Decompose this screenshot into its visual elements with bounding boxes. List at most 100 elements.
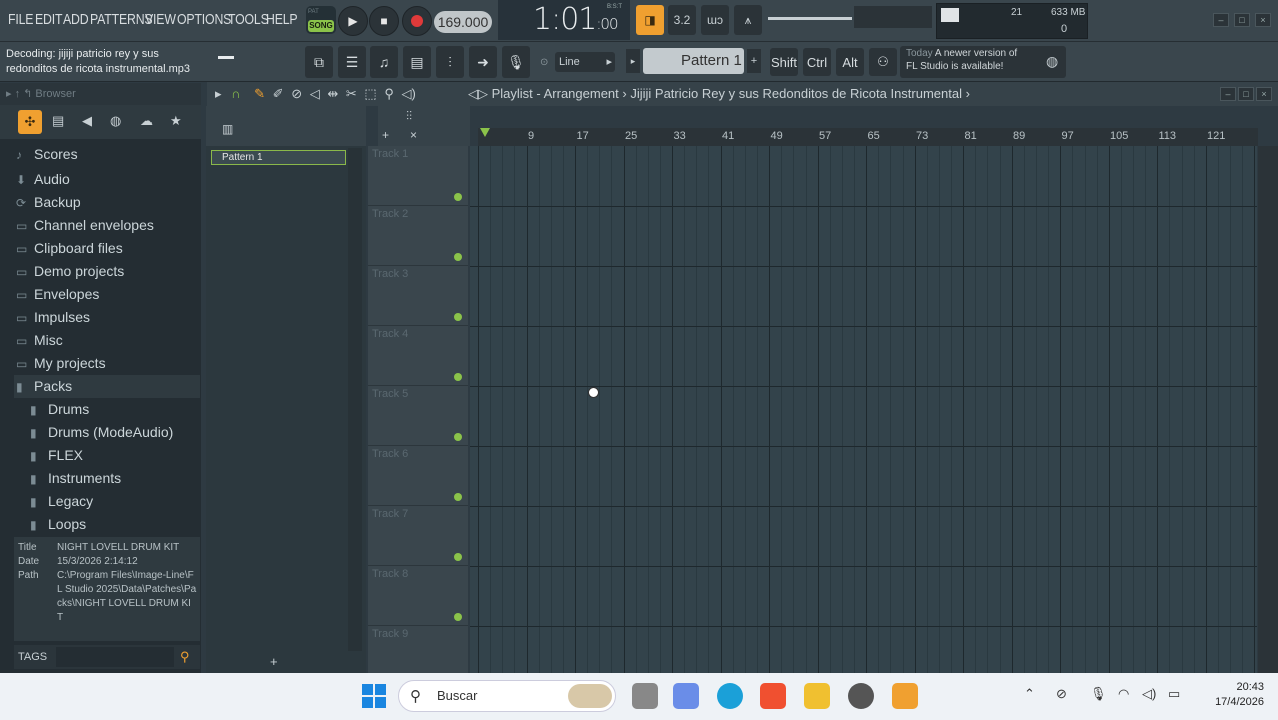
playback-tool-icon[interactable]: ◁) xyxy=(401,86,415,101)
add-icon[interactable]: + xyxy=(382,128,389,142)
shift-button[interactable]: Shift xyxy=(770,48,798,76)
pattern-list-item[interactable]: Pattern 1 xyxy=(211,150,346,165)
menu-file[interactable]: FILE xyxy=(8,0,33,40)
browser-item-backup[interactable]: ⟳ Backup xyxy=(16,191,81,214)
menu-options[interactable]: OPTIONS xyxy=(177,0,231,40)
channel-rack-button[interactable]: ☰ xyxy=(338,46,366,78)
track-mute-led[interactable] xyxy=(454,433,462,441)
menu-edit[interactable]: EDIT xyxy=(35,0,63,40)
track-header[interactable]: Track 8 xyxy=(368,566,468,626)
pack-item[interactable]: ▮ Legacy xyxy=(30,490,93,513)
pattern-selector[interactable]: Pattern 1 xyxy=(643,48,744,74)
waveform-icon[interactable]: ⫶⫶ xyxy=(406,109,412,124)
search-highlight-icon[interactable] xyxy=(568,684,612,708)
fl-studio-icon[interactable] xyxy=(892,683,918,709)
file-explorer-icon[interactable] xyxy=(804,683,830,709)
browser-item-misc[interactable]: ▭ Misc xyxy=(16,329,63,352)
globe-icon[interactable]: ◍ xyxy=(1046,53,1058,70)
delete-tool-icon[interactable]: ⊘ xyxy=(291,86,302,101)
playlist-minimize-button[interactable]: – xyxy=(1220,87,1236,101)
pack-item[interactable]: ▮ Instruments xyxy=(30,467,121,490)
task-view-icon[interactable] xyxy=(632,683,658,709)
piano-roll-button[interactable]: ♫ xyxy=(370,46,398,78)
mixer-button[interactable]: ⫶ xyxy=(436,46,464,78)
wifi-icon[interactable]: ◠ xyxy=(1118,686,1129,702)
news-panel[interactable]: Today A newer version of FL Studio is av… xyxy=(900,46,1066,78)
track-header[interactable]: Track 4 xyxy=(368,326,468,386)
track-header[interactable]: Track 1 xyxy=(368,146,468,206)
pack-item[interactable]: ▮ Drums xyxy=(30,398,89,421)
track-header[interactable]: Track 2 xyxy=(368,206,468,266)
track-mute-led[interactable] xyxy=(454,313,462,321)
browser-web-icon[interactable]: ◍ xyxy=(110,113,121,129)
browser-item-packs[interactable]: ▮ Packs xyxy=(14,375,200,398)
playhead-marker[interactable] xyxy=(480,128,490,137)
audio-input-button[interactable]: 🎙 xyxy=(502,46,530,78)
browser-favorites-icon[interactable]: ★ xyxy=(170,113,182,129)
browser-arrows-icon[interactable]: ▸ ↑ ↰ xyxy=(6,88,35,100)
select-tool-icon[interactable]: ⬚ xyxy=(364,86,376,101)
news-icon-button[interactable]: ⚇ xyxy=(869,48,897,76)
track-mute-led[interactable] xyxy=(454,493,462,501)
menu-tools[interactable]: TOOLS xyxy=(228,0,269,40)
track-header[interactable]: Track 7 xyxy=(368,506,468,566)
tempo-display[interactable]: 169.000 xyxy=(434,11,492,33)
menu-patterns[interactable]: PATTERNS xyxy=(90,0,153,40)
browser-item-channel-envelopes[interactable]: ▭ Channel envelopes xyxy=(16,214,154,237)
track-header[interactable]: Track 5 xyxy=(368,386,468,446)
browser-item-clipboard-files[interactable]: ▭ Clipboard files xyxy=(16,237,123,260)
zoom-tool-icon[interactable]: ⚲ xyxy=(384,86,394,101)
playlist-grid[interactable] xyxy=(470,146,1257,673)
playlist-maximize-button[interactable]: □ xyxy=(1238,87,1254,101)
maximize-button[interactable]: □ xyxy=(1234,13,1250,27)
tray-mic-icon[interactable]: 🎙 xyxy=(1090,686,1107,702)
arrow-button[interactable]: ➜ xyxy=(469,46,497,78)
piano-icon[interactable]: ▥ xyxy=(222,122,233,136)
browser-item-audio[interactable]: ⬇ Audio xyxy=(16,168,70,191)
draw-tool-icon[interactable]: ✎ xyxy=(254,86,265,101)
alt-button[interactable]: Alt xyxy=(836,48,864,76)
paint-tool-icon[interactable]: ✐ xyxy=(273,86,284,101)
loop-record-button[interactable]: ɯɔ xyxy=(701,5,729,35)
battery-icon[interactable]: ▭ xyxy=(1168,686,1180,702)
browser-item-impulses[interactable]: ▭ Impulses xyxy=(16,306,90,329)
pack-item[interactable]: ▮ Drums (ModeAudio) xyxy=(30,421,173,444)
taskbar-clock[interactable]: 20:43 17/4/2026 xyxy=(1194,680,1264,710)
song-position[interactable]: 1:01:00 xyxy=(533,2,619,37)
browser-item-my-projects[interactable]: ▭ My projects xyxy=(16,352,106,375)
track-mute-led[interactable] xyxy=(454,253,462,261)
tray-chevron-icon[interactable]: ⌃ xyxy=(1024,686,1035,702)
tags-search-icon[interactable]: ⚲ xyxy=(180,645,190,669)
playlist-arrows-icon[interactable]: ◁▷ xyxy=(468,86,492,101)
add-track-button[interactable]: + xyxy=(270,654,278,669)
brave-icon[interactable] xyxy=(760,683,786,709)
wait-input-button[interactable]: ⩚ xyxy=(734,5,762,35)
close-button[interactable]: × xyxy=(1255,13,1271,27)
pack-item[interactable]: ▮ Loops xyxy=(30,513,86,536)
stop-button[interactable]: ■ xyxy=(369,6,399,36)
browser-plugins-icon[interactable]: ◀ xyxy=(82,113,92,129)
playlist-menu-icon[interactable]: ▸ xyxy=(215,86,222,101)
track-mute-led[interactable] xyxy=(454,613,462,621)
start-icon[interactable] xyxy=(362,684,386,708)
magnet-icon[interactable]: ∩ xyxy=(231,86,240,101)
track-header[interactable]: Track 6 xyxy=(368,446,468,506)
obs-icon[interactable] xyxy=(848,683,874,709)
edge-icon[interactable] xyxy=(717,683,743,709)
track-mute-led[interactable] xyxy=(454,373,462,381)
count-in-button[interactable]: 3.2 xyxy=(668,5,696,35)
slice-tool-icon[interactable]: ✂ xyxy=(346,86,357,101)
pack-item[interactable]: ▮ FLEX xyxy=(30,444,83,467)
browser-cloud-icon[interactable]: ☁ xyxy=(140,113,153,129)
snap-selector[interactable]: Line ▸ xyxy=(555,52,615,72)
track-header[interactable]: Track 3 xyxy=(368,266,468,326)
menu-view[interactable]: VIEW xyxy=(145,0,176,40)
slip-tool-icon[interactable]: ⇹ xyxy=(327,86,338,101)
menu-add[interactable]: ADD xyxy=(63,0,89,40)
playlist-close-button[interactable]: × xyxy=(1256,87,1272,101)
browser-files-icon[interactable]: ▤ xyxy=(52,113,64,129)
record-button[interactable] xyxy=(402,6,432,36)
add-pattern-button[interactable]: + xyxy=(747,49,761,73)
master-pitch-slider[interactable] xyxy=(768,17,852,20)
copilot-icon[interactable] xyxy=(673,683,699,709)
